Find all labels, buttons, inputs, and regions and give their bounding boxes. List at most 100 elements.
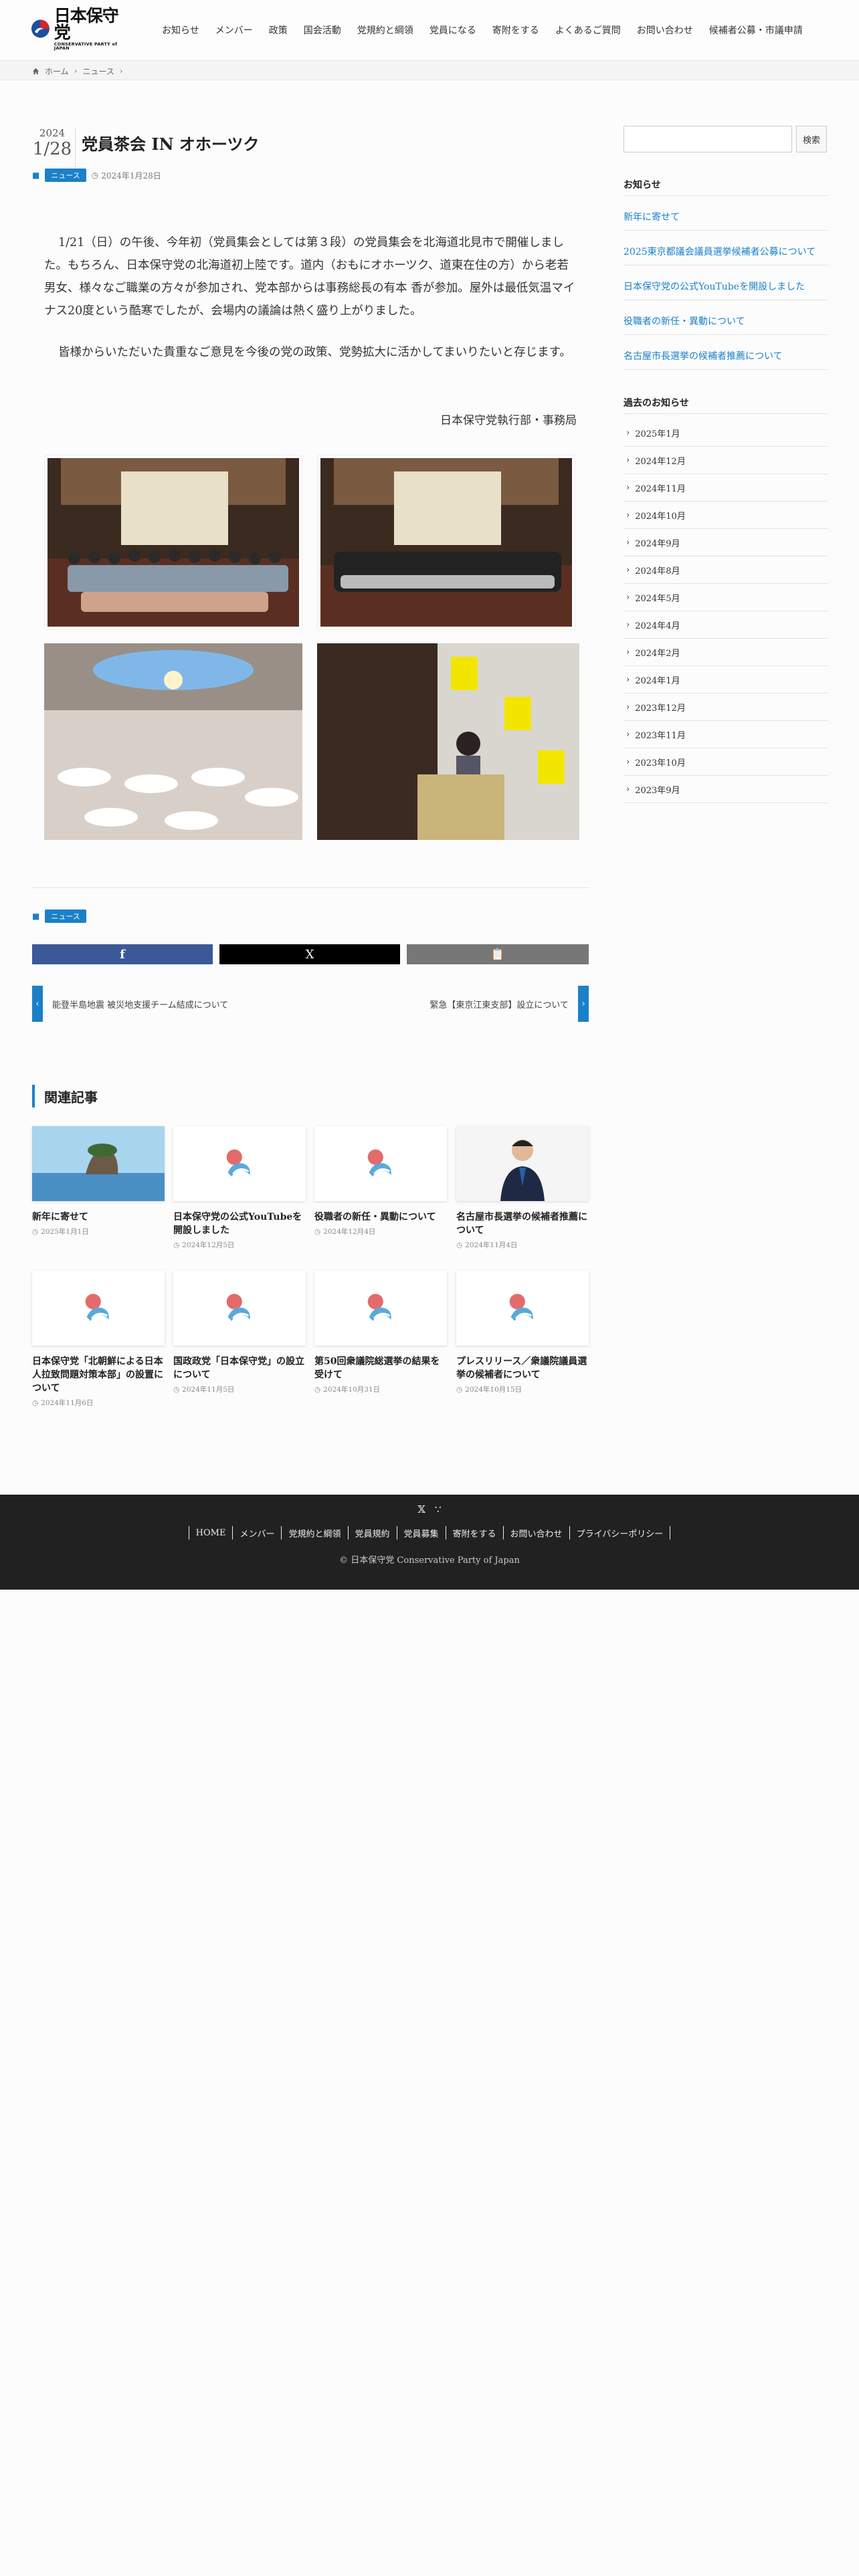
footer-link-member-rules[interactable]: 党員規約 (347, 1526, 397, 1539)
party-logo-icon (85, 1293, 109, 1321)
related-heading: 関連記事 (32, 1085, 98, 1107)
card-date: 2024年12月4日 (323, 1228, 376, 1236)
footer-link-recruit[interactable]: 党員募集 (396, 1526, 446, 1539)
sidebar-news-item[interactable]: 役職者の新任・異動について (624, 314, 828, 335)
clock-icon: ◷ (32, 1398, 39, 1407)
post-meta-bottom: ■ ニュース (32, 909, 86, 923)
card-title: プレスリリース／衆議院議員選挙の候補者について (456, 1356, 587, 1380)
related-card[interactable]: プレスリリース／衆議院議員選挙の候補者について ◷ 2024年10月15日 (456, 1271, 589, 1394)
archive-label: 2024年1月 (635, 675, 680, 686)
archive-item[interactable]: › 2024年4月 (624, 611, 828, 639)
related-card[interactable]: 役職者の新任・異動について ◷ 2024年12月4日 (314, 1126, 447, 1237)
divider (32, 887, 589, 888)
chevron-right-icon: › (626, 702, 630, 712)
group-photo-2[interactable] (317, 455, 575, 630)
breadcrumb-current[interactable]: ニュース (82, 66, 114, 77)
card-thumbnail (173, 1126, 306, 1201)
nav-members[interactable]: メンバー (207, 23, 261, 37)
party-logo-icon (226, 1293, 250, 1321)
share-facebook-button[interactable]: f (32, 944, 213, 964)
sidebar-news-item[interactable]: 日本保守党の公式YouTubeを開設しました (624, 280, 828, 300)
chevron-right-icon: › (626, 427, 630, 438)
rss-icon[interactable]: ∵ (435, 1503, 442, 1515)
archive-item[interactable]: › 2025年1月 (624, 419, 828, 447)
archive-item[interactable]: › 2023年10月 (624, 748, 828, 776)
chevron-right-icon: › (626, 482, 630, 493)
card-date: 2024年11月5日 (182, 1386, 235, 1394)
card-date: 2024年10月31日 (323, 1386, 381, 1394)
archive-item[interactable]: › 2024年10月 (624, 502, 828, 529)
site-logo[interactable]: 日本保守党 CONSERVATIVE PARTY of JAPAN (31, 7, 131, 50)
card-date: 2025年1月1日 (41, 1228, 89, 1236)
footer-nav: HOME メンバー 党規約と綱領 党員規約 党員募集 寄附をする お問い合わせ … (0, 1526, 859, 1539)
card-title: 国政政党「日本保守党」の設立について (173, 1356, 304, 1380)
copy-link-button[interactable]: 📋 (407, 944, 589, 964)
x-icon[interactable]: 𝕏 (417, 1503, 425, 1515)
next-post-link[interactable]: 緊急【東京江東支部】設立について › (430, 986, 589, 1022)
chevron-right-icon: › (626, 619, 630, 630)
party-logo-icon (31, 19, 50, 38)
archive-label: 2025年1月 (635, 429, 680, 439)
post-title: 党員茶会 IN オホーツク (82, 134, 260, 154)
speaker-photo[interactable] (317, 643, 579, 840)
category-tag[interactable]: ニュース (45, 169, 86, 182)
archive-item[interactable]: › 2023年11月 (624, 721, 828, 748)
nav-donate[interactable]: 寄附をする (484, 23, 547, 37)
archive-item[interactable]: › 2024年8月 (624, 556, 828, 584)
footer-link-rules[interactable]: 党規約と綱領 (281, 1526, 347, 1539)
footer-link-donate[interactable]: 寄附をする (445, 1526, 503, 1539)
next-post-title: 緊急【東京江東支部】設立について (430, 1000, 569, 1010)
post-meta: ■ ニュース ◷ 2024年1月28日 (32, 169, 161, 182)
archive-label: 2024年8月 (635, 566, 680, 576)
facebook-icon: f (120, 947, 125, 962)
archive-label: 2024年4月 (635, 621, 680, 631)
venue-photo[interactable] (44, 643, 302, 840)
category-tag[interactable]: ニュース (45, 909, 86, 923)
archive-item[interactable]: › 2023年9月 (624, 776, 828, 803)
nav-candidates[interactable]: 候補者公募・市議申請 (701, 23, 811, 37)
related-card[interactable]: 日本保守党の公式YouTubeを開設しました ◷ 2024年12月5日 (173, 1126, 306, 1250)
card-title: 日本保守党の公式YouTubeを開設しました (173, 1212, 302, 1236)
archive-item[interactable]: › 2024年5月 (624, 584, 828, 611)
card-thumbnail (456, 1271, 589, 1346)
related-card[interactable]: 新年に寄せて ◷ 2025年1月1日 (32, 1126, 165, 1237)
archive-item[interactable]: › 2024年1月 (624, 666, 828, 693)
sidebar-news-item[interactable]: 新年に寄せて (624, 210, 828, 231)
footer-link-privacy[interactable]: プライバシーポリシー (569, 1526, 671, 1539)
sidebar-news-item[interactable]: 名古屋市長選挙の候補者推薦について (624, 349, 828, 370)
archive-item[interactable]: › 2024年11月 (624, 474, 828, 502)
related-card[interactable]: 日本保守党「北朝鮮による日本人拉致問題対策本部」の設置について ◷ 2024年11… (32, 1271, 165, 1408)
related-card[interactable]: 第50回衆議院総選挙の結果を受けて ◷ 2024年10月31日 (314, 1271, 447, 1394)
related-card[interactable]: 国政政党「日本保守党」の設立について ◷ 2024年11月5日 (173, 1271, 306, 1394)
clock-icon: ◷ (456, 1385, 463, 1394)
share-x-button[interactable]: X (219, 944, 400, 964)
card-thumbnail (32, 1271, 165, 1346)
nav-news[interactable]: お知らせ (154, 23, 207, 37)
nav-join[interactable]: 党員になる (421, 23, 484, 37)
nav-diet-activity[interactable]: 国会活動 (296, 23, 349, 37)
breadcrumb-home[interactable]: ホーム (45, 66, 69, 77)
archive-item[interactable]: › 2024年9月 (624, 529, 828, 556)
party-logo-icon (367, 1149, 391, 1177)
search-button[interactable]: 検索 (796, 126, 827, 152)
post-year: 2024 (39, 127, 66, 139)
nav-contact[interactable]: お問い合わせ (629, 23, 701, 37)
group-photo-1[interactable] (44, 455, 302, 630)
sidebar-news-item[interactable]: 2025東京都議会議員選挙候補者公募について (624, 245, 828, 265)
nav-policy[interactable]: 政策 (261, 23, 296, 37)
archive-item[interactable]: › 2024年12月 (624, 447, 828, 474)
nav-rules[interactable]: 党規約と綱領 (349, 23, 421, 37)
nav-faq[interactable]: よくあるご質問 (547, 23, 629, 37)
footer-link-contact[interactable]: お問い合わせ (502, 1526, 569, 1539)
archive-item[interactable]: › 2023年12月 (624, 693, 828, 721)
party-logo-icon (509, 1293, 533, 1321)
prev-post-link[interactable]: ‹ 能登半島地震 被災地支援チーム結成について (32, 986, 228, 1022)
search-input[interactable] (624, 126, 792, 152)
archive-item[interactable]: › 2024年2月 (624, 639, 828, 666)
clock-icon: ◷ (173, 1385, 180, 1394)
card-title: 名古屋市長選挙の候補者推薦について (456, 1212, 587, 1236)
footer-link-home[interactable]: HOME (188, 1526, 233, 1539)
related-card[interactable]: 名古屋市長選挙の候補者推薦について ◷ 2024年11月4日 (456, 1126, 589, 1250)
footer-link-members[interactable]: メンバー (232, 1526, 281, 1539)
card-date: 2024年10月15日 (465, 1386, 522, 1394)
